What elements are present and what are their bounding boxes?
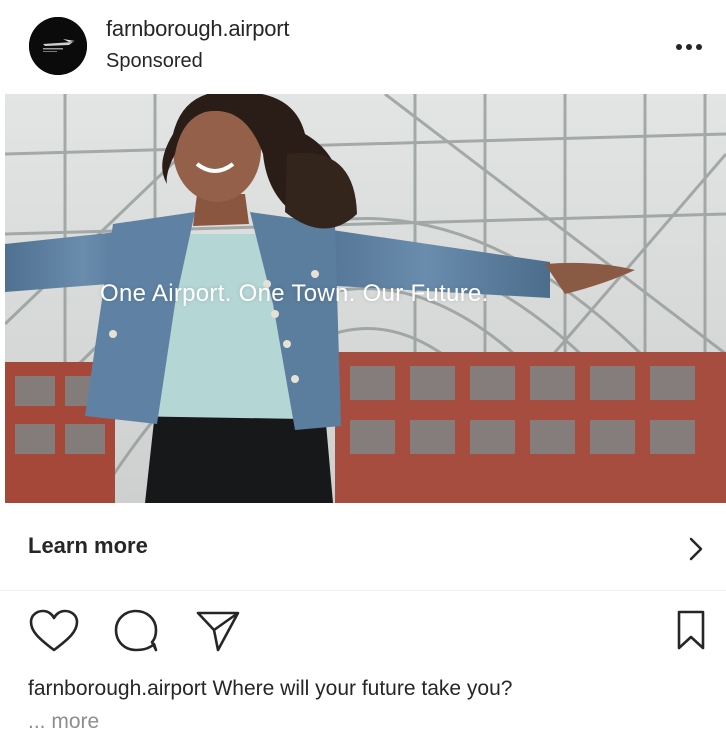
more-options-button[interactable] [672, 36, 706, 58]
like-button[interactable] [28, 608, 80, 654]
more-horizontal-icon [676, 44, 702, 50]
caption-username[interactable]: farnborough.airport [28, 677, 207, 700]
sponsored-label: Sponsored [106, 50, 203, 72]
caption-more-line: ... more [28, 710, 99, 734]
heart-icon [29, 609, 79, 652]
save-button[interactable] [674, 608, 708, 654]
post-username[interactable]: farnborough.airport [106, 16, 290, 42]
image-tagline: One Airport. One Town. Our Future. [100, 280, 489, 307]
post-header: farnborough.airport Sponsored [0, 0, 726, 94]
comment-button[interactable] [112, 608, 160, 654]
caption-text: Where will your future take you? [212, 677, 513, 700]
comment-icon [114, 609, 158, 652]
share-button[interactable] [194, 608, 242, 654]
caption-more-link[interactable]: more [51, 710, 99, 733]
bookmark-icon [677, 610, 705, 650]
post-actions [0, 600, 726, 664]
chevron-right-icon [689, 537, 703, 561]
farnborough-logo-icon [29, 17, 87, 75]
post-caption: farnborough.airport Where will your futu… [28, 677, 512, 701]
learn-more-cta[interactable]: Learn more [0, 503, 726, 591]
learn-more-label: Learn more [28, 533, 148, 558]
send-icon [196, 611, 240, 652]
post-image[interactable]: One Airport. One Town. Our Future. [5, 94, 726, 503]
avatar[interactable] [29, 17, 87, 75]
caption-ellipsis: ... [28, 710, 46, 733]
